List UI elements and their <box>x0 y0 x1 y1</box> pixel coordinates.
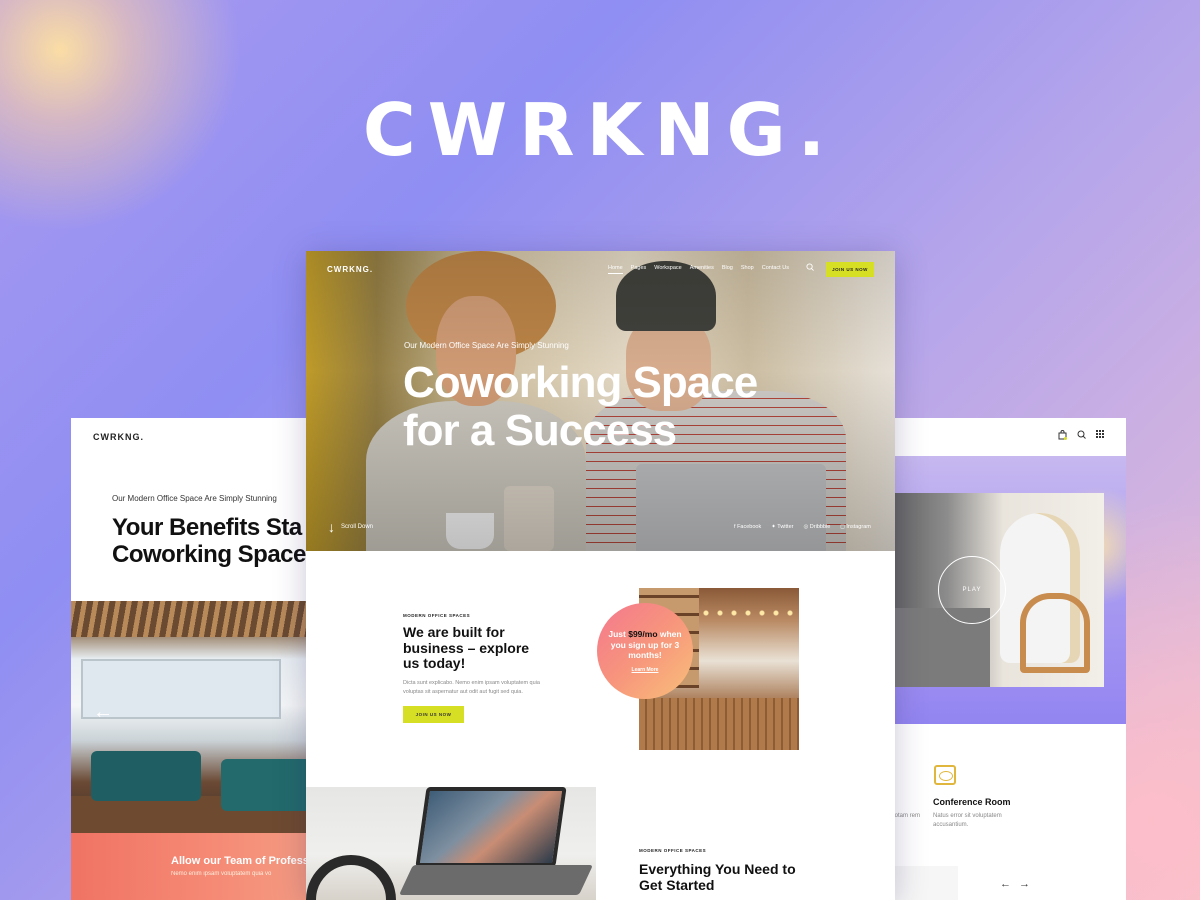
hero-headline-line2: for a Success <box>403 406 677 455</box>
laptop-keyboard <box>399 865 593 895</box>
teal-sofa <box>91 751 201 801</box>
nav-item-home[interactable]: Home <box>608 265 623 274</box>
hero-headline: Coworking Space for a Success <box>403 358 758 455</box>
main-nav: CWRKNG. Home Pages Workspace Amenities B… <box>306 251 895 287</box>
promo-badge: Just $99/mo when you sign up for 3 month… <box>597 603 693 699</box>
social-twitter[interactable]: ✦ Twitter <box>771 524 793 530</box>
left-subtitle: Our Modern Office Space Are Simply Stunn… <box>112 494 277 503</box>
grid-menu-icon[interactable] <box>1096 430 1104 442</box>
social-facebook[interactable]: f Facebook <box>734 524 761 530</box>
join-us-button[interactable]: JOIN US NOW <box>826 262 874 277</box>
promo-text: Just $99/mo when you sign up for 3 month… <box>608 629 682 661</box>
conference-text: Natus error sit voluptatem accusantium. <box>933 813 1002 828</box>
social-instagram[interactable]: ◻ Instagram <box>840 524 871 530</box>
headphones <box>306 855 396 900</box>
wood-counter <box>639 698 799 750</box>
right-page-preview: PLAY totam rem Conference Room Natus err… <box>880 418 1126 900</box>
nav-item-workspace[interactable]: Workspace <box>654 265 681 274</box>
section1-kicker: MODERN OFFICE SPACES <box>403 613 471 618</box>
woman-working-photo: PLAY <box>880 493 1104 687</box>
wood-ceiling <box>71 601 311 637</box>
social-dribbble[interactable]: ◎ Dribbble <box>803 524 830 530</box>
teal-armchair <box>221 759 311 811</box>
section2-kicker: MODERN OFFICE SPACES <box>639 848 707 853</box>
search-icon[interactable] <box>806 263 814 273</box>
office-lobby-photo: ← <box>71 601 311 833</box>
center-page-preview: CWRKNG. Home Pages Workspace Amenities B… <box>306 251 895 900</box>
wooden-chair <box>1020 593 1090 673</box>
laptop-photo <box>306 787 596 900</box>
conference-title: Conference Room <box>933 797 1011 807</box>
section1-title: We are built for business – explore us t… <box>403 624 530 671</box>
section1-text: Dicta sunt explicabo. Nemo enim ipsam vo… <box>403 680 540 695</box>
left-headline-line1: Your Benefits Sta <box>112 514 302 541</box>
left-logo[interactable]: CWRKNG. <box>93 432 144 442</box>
nav-menu: Home Pages Workspace Amenities Blog Shop… <box>608 265 789 274</box>
left-headline-line2: Coworking Space <box>112 541 306 568</box>
promo-learn-more[interactable]: Learn More <box>632 667 659 673</box>
arrow-next-icon[interactable]: → <box>1019 878 1030 890</box>
right-header-icons <box>1058 430 1104 442</box>
slider-arrows: ← → <box>1000 878 1030 890</box>
team-banner-title: Allow our Team of Profess <box>171 855 309 867</box>
section2-title: Everything You Need to Get Started <box>639 861 796 893</box>
nav-item-blog[interactable]: Blog <box>722 265 733 274</box>
arrow-down-icon: ↓ <box>328 519 335 535</box>
section1-join-button[interactable]: JOIN US NOW <box>403 706 464 723</box>
team-banner-text: Nemo enim ipsam voluptatem quia vo <box>171 871 272 877</box>
conference-icon <box>934 765 956 785</box>
nav-item-pages[interactable]: Pages <box>631 265 647 274</box>
cart-icon[interactable] <box>1058 430 1067 442</box>
nav-item-amenities[interactable]: Amenities <box>690 265 714 274</box>
brand-title: CWRKNG. <box>362 88 838 172</box>
laptop-screen <box>415 787 567 867</box>
left-page-preview: CWRKNG. Our Modern Office Space Are Simp… <box>71 418 311 900</box>
hero-kicker: Our Modern Office Space Are Simply Stunn… <box>404 341 569 350</box>
hero-section: CWRKNG. Home Pages Workspace Amenities B… <box>306 251 895 551</box>
arrow-prev-icon[interactable]: ← <box>1000 878 1011 890</box>
site-logo[interactable]: CWRKNG. <box>327 265 373 274</box>
pendant-lamps <box>699 608 799 618</box>
left-headline: Your Benefits Sta Coworking Space <box>112 514 306 568</box>
social-links: f Facebook ✦ Twitter ◎ Dribbble ◻ Instag… <box>734 524 871 530</box>
team-banner: Allow our Team of Profess Nemo enim ipsa… <box>71 833 311 900</box>
promo-price: $99/mo <box>628 629 658 640</box>
nav-item-contact[interactable]: Contact Us <box>762 265 789 274</box>
play-button[interactable]: PLAY <box>938 556 1006 624</box>
scroll-down-label: Scroll Down <box>341 524 374 530</box>
nav-item-shop[interactable]: Shop <box>741 265 754 274</box>
hero-headline-line1: Coworking Space <box>403 358 758 407</box>
arrow-left-icon[interactable]: ← <box>93 701 113 724</box>
scroll-down[interactable]: ↓ Scroll Down <box>328 519 373 535</box>
search-icon[interactable] <box>1077 430 1086 442</box>
